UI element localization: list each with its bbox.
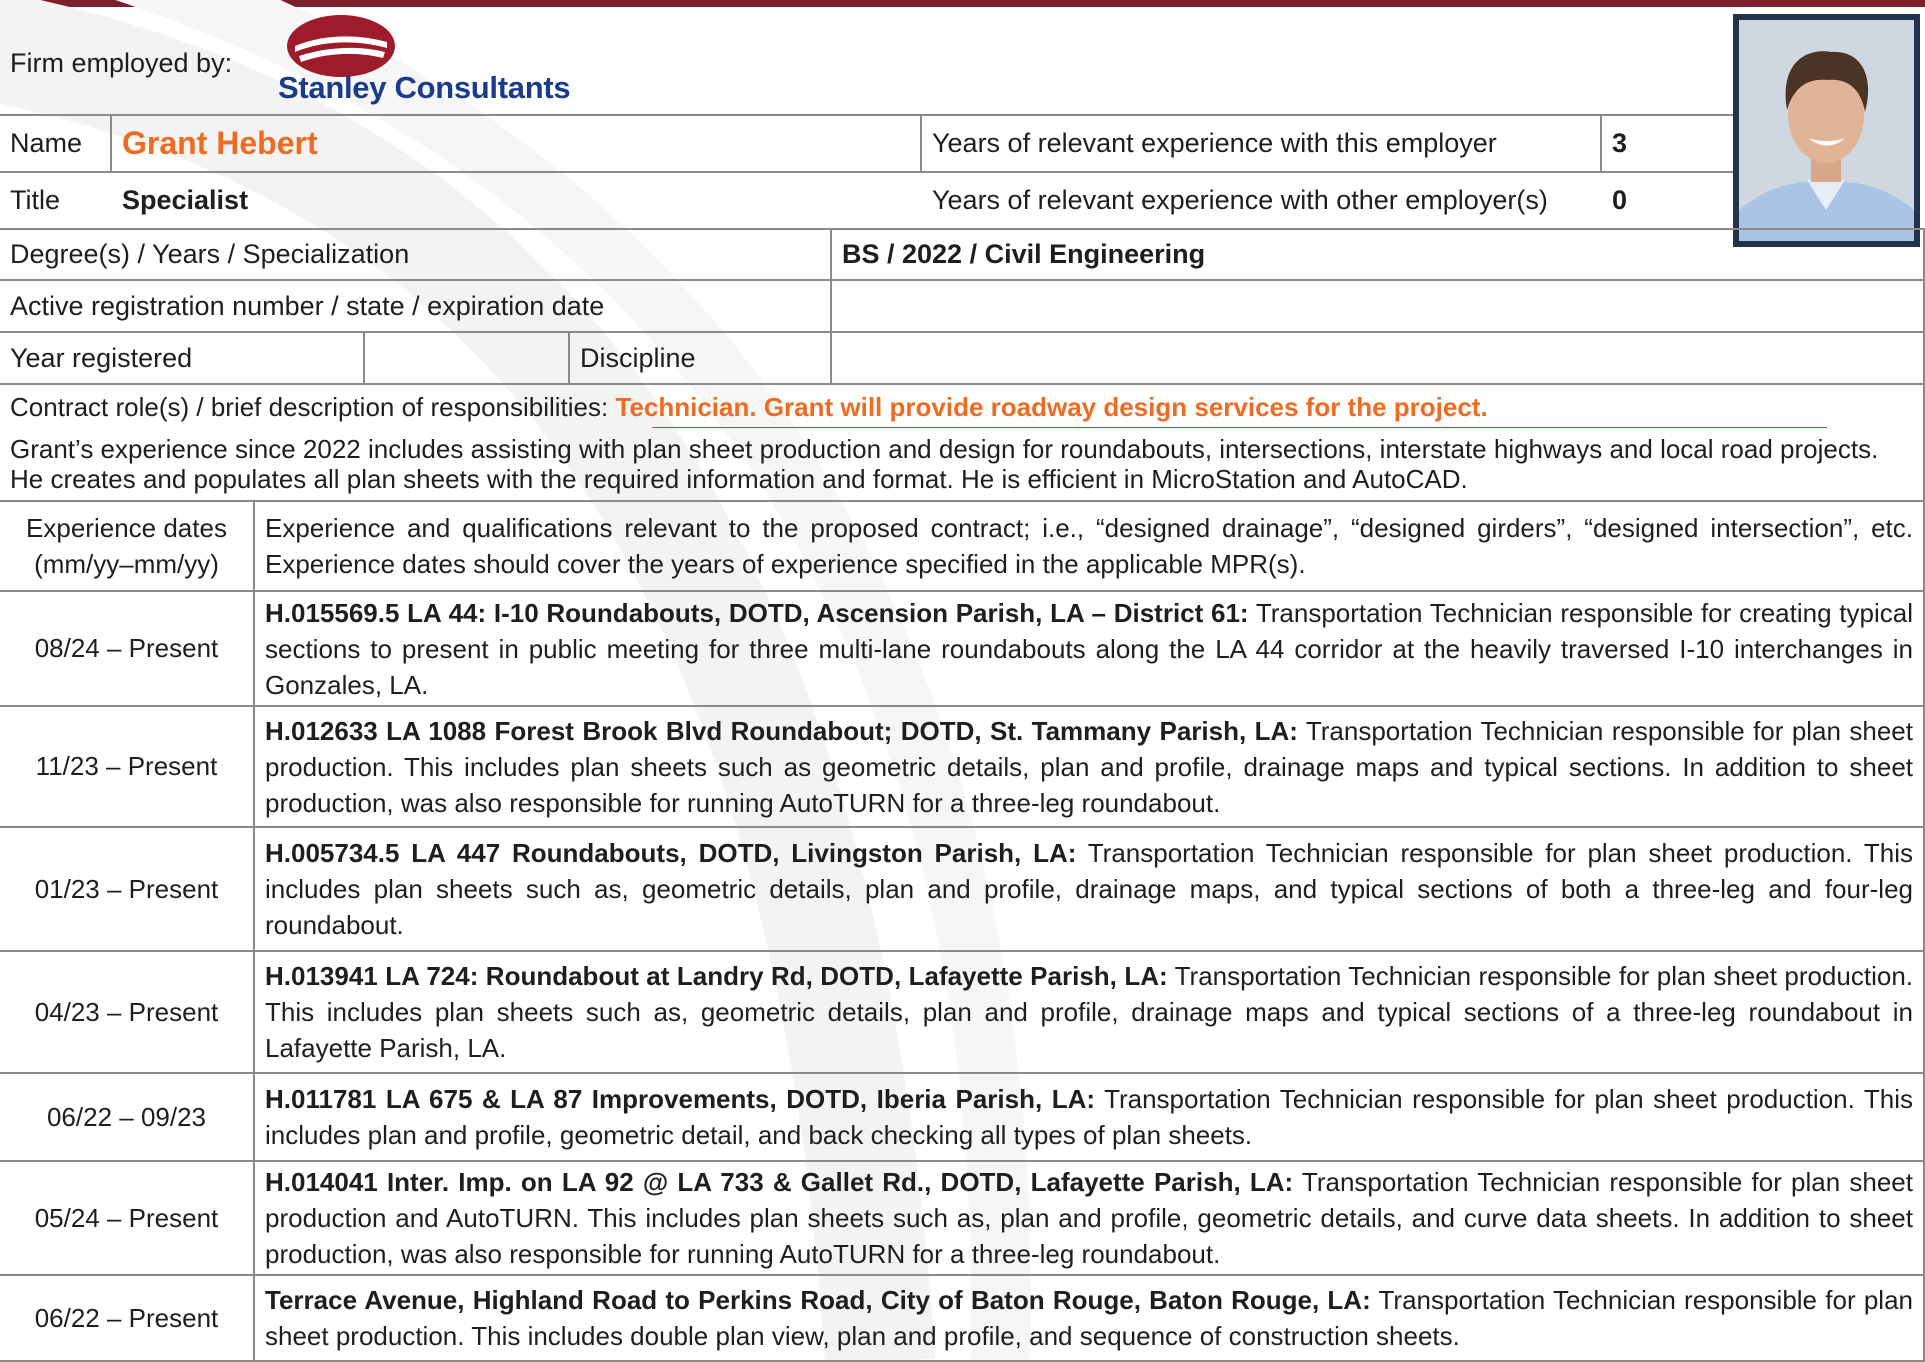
project-title: H.014041 Inter. Imp. on LA 92 @ LA 733 &… [265, 1167, 1294, 1197]
degree-value: BS / 2022 / Civil Engineering [842, 239, 1206, 269]
contract-role-value: Technician. Grant will provide roadway d… [615, 391, 1488, 422]
discipline-label: Discipline [580, 342, 696, 373]
firm-label: Firm employed by: [10, 48, 233, 78]
portrait-icon [1739, 20, 1914, 241]
experience-description-header: Experience and qualifications relevant t… [265, 513, 1913, 579]
degree-label: Degree(s) / Years / Specialization [10, 239, 410, 269]
registration-label: Active registration number / state / exp… [10, 290, 605, 321]
experience-description: H.015569.5 LA 44: I-10 Roundabouts, DOTD… [255, 592, 1923, 705]
experience-description: H.013941 LA 724: Roundabout at Landry Rd… [255, 952, 1923, 1072]
experience-dates: 08/24 – Present [34, 633, 219, 663]
experience-description: Terrace Avenue, Highland Road to Perkins… [255, 1276, 1923, 1360]
experience-description: H.011781 LA 675 & LA 87 Improvements, DO… [255, 1074, 1923, 1160]
logo-wordmark: Stanley Consultants [278, 70, 571, 105]
project-title: H.011781 LA 675 & LA 87 Improvements, DO… [265, 1084, 1096, 1114]
years-this-employer-label: Years of relevant experience with this e… [932, 128, 1497, 158]
experience-description: H.005734.5 LA 447 Roundabouts, DOTD, Liv… [255, 828, 1923, 950]
contract-role: Contract role(s) / brief description of … [0, 385, 1925, 429]
experience-dates: 11/23 – Present [35, 751, 218, 781]
registration-value [832, 281, 1922, 331]
project-title: H.015569.5 LA 44: I-10 Roundabouts, DOTD… [265, 597, 1249, 628]
years-this-employer-value: 3 [1612, 128, 1628, 158]
experience-dates: 06/22 – Present [34, 1302, 219, 1333]
top-accent-bar [0, 0, 1925, 7]
years-other-employer-value: 0 [1612, 185, 1628, 215]
experience-description: H.014041 Inter. Imp. on LA 92 @ LA 733 &… [255, 1162, 1923, 1274]
experience-dates: 05/24 – Present [34, 1202, 219, 1233]
project-title: Terrace Avenue, Highland Road to Perkins… [265, 1285, 1371, 1315]
project-title: H.013941 LA 724: Roundabout at Landry Rd… [265, 961, 1168, 991]
experience-dates-header: Experience dates (mm/yy–mm/yy) [0, 502, 253, 590]
discipline-value [832, 333, 1922, 383]
experience-summary: Grant’s experience since 2022 includes a… [10, 434, 1879, 494]
profile-photo [1733, 14, 1920, 247]
experience-dates-header-line2: (mm/yy–mm/yy) [34, 549, 219, 579]
experience-description: H.012633 LA 1088 Forest Brook Blvd Round… [255, 707, 1923, 826]
experience-dates-header-line1: Experience dates [26, 513, 227, 543]
year-registered-value [365, 333, 568, 383]
project-title: H.005734.5 LA 447 Roundabouts, DOTD, Liv… [265, 838, 1077, 868]
title-label: Title [10, 185, 61, 215]
person-name: Grant Hebert [122, 125, 318, 161]
years-other-employer-label: Years of relevant experience with other … [932, 185, 1548, 215]
name-label: Name [10, 128, 83, 158]
experience-dates: 06/22 – 09/23 [46, 1101, 207, 1132]
project-title: H.012633 LA 1088 Forest Brook Blvd Round… [265, 715, 1298, 746]
year-registered-label: Year registered [10, 342, 193, 373]
experience-dates: 04/23 – Present [34, 996, 219, 1027]
contract-role-label: Contract role(s) / brief description of … [10, 391, 609, 422]
experience-dates: 01/23 – Present [34, 873, 219, 904]
person-title: Specialist [122, 185, 249, 215]
